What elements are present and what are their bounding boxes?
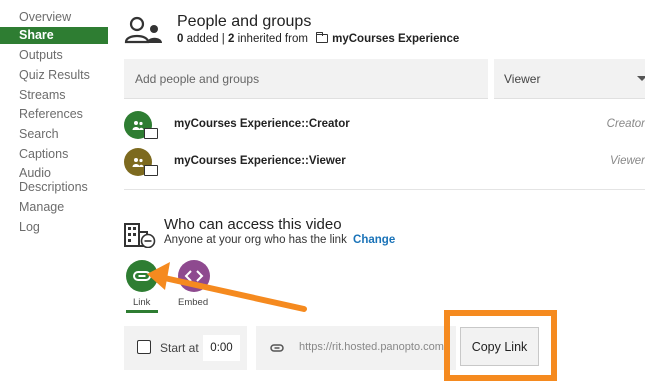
link-icon: [270, 344, 284, 352]
group-row-viewer[interactable]: myCourses Experience::Viewer Viewer: [124, 148, 645, 180]
start-at-label: Start at: [160, 341, 199, 355]
caret-down-icon: [637, 76, 645, 81]
start-at-control: Start at: [124, 326, 247, 370]
group-name: myCourses Experience::Viewer: [174, 155, 346, 167]
sidebar-item-references[interactable]: References: [19, 107, 83, 122]
people-icon: [124, 16, 162, 44]
inherited-count: 2: [228, 33, 235, 45]
tab-link[interactable]: [126, 260, 158, 292]
added-count: 0: [177, 33, 184, 45]
active-tab-indicator: [126, 310, 158, 313]
group-icon: [132, 158, 144, 167]
people-summary: 0 added | 2 inherited from myCourses Exp…: [177, 31, 459, 45]
sidebar-item-captions[interactable]: Captions: [19, 147, 68, 162]
sidebar-item-audio-descriptions[interactable]: Audio: [19, 166, 51, 181]
sidebar-item-overview[interactable]: Overview: [19, 10, 71, 25]
tab-embed-label: Embed: [178, 297, 209, 308]
role-dropdown-value: Viewer: [504, 72, 541, 86]
sidebar-item-search[interactable]: Search: [19, 127, 59, 142]
sidebar-item-log[interactable]: Log: [19, 220, 40, 235]
start-time-input[interactable]: [203, 335, 240, 361]
start-at-checkbox[interactable]: [137, 340, 151, 354]
group-avatar: [124, 148, 158, 176]
folder-icon: [315, 31, 329, 43]
add-people-input[interactable]: [124, 59, 488, 99]
access-subtitle: Anyone at your org who has the link Chan…: [164, 234, 395, 246]
change-access-link[interactable]: Change: [353, 234, 395, 246]
share-url-field[interactable]: https://rit.hosted.panopto.com: [256, 326, 456, 370]
tab-embed[interactable]: [178, 260, 210, 292]
sidebar-item-audio-descriptions-line2[interactable]: Descriptions: [19, 180, 88, 195]
sidebar-item-outputs[interactable]: Outputs: [19, 48, 63, 63]
sidebar-item-streams[interactable]: Streams: [19, 88, 66, 103]
sidebar-item-manage[interactable]: Manage: [19, 200, 64, 215]
folder-badge-icon: [144, 128, 158, 139]
share-url-text: https://rit.hosted.panopto.com: [299, 341, 444, 353]
group-role: Viewer: [610, 155, 645, 167]
added-text: added: [186, 33, 219, 45]
link-icon: [133, 271, 151, 281]
code-icon: [184, 270, 204, 282]
copy-link-button[interactable]: Copy Link: [460, 327, 539, 366]
folder-badge-icon: [144, 165, 158, 176]
access-description: Anyone at your org who has the link: [164, 234, 347, 246]
building-link-icon: [124, 223, 156, 248]
people-groups-title: People and groups: [177, 13, 312, 30]
group-avatar: [124, 111, 158, 139]
inherited-text: inherited from: [237, 33, 308, 45]
summary-separator: |: [221, 33, 225, 45]
access-title: Who can access this video: [164, 216, 342, 233]
sidebar-item-share[interactable]: Share: [0, 27, 108, 44]
sidebar-item-quiz-results[interactable]: Quiz Results: [19, 68, 90, 83]
source-folder-name[interactable]: myCourses Experience: [332, 33, 459, 45]
tab-link-label: Link: [133, 297, 151, 308]
group-row-creator[interactable]: myCourses Experience::Creator Creator: [124, 111, 645, 143]
role-dropdown[interactable]: Viewer: [494, 59, 645, 99]
section-divider: [124, 189, 645, 190]
group-name: myCourses Experience::Creator: [174, 118, 350, 130]
group-icon: [132, 121, 144, 130]
group-role: Creator: [606, 118, 645, 130]
